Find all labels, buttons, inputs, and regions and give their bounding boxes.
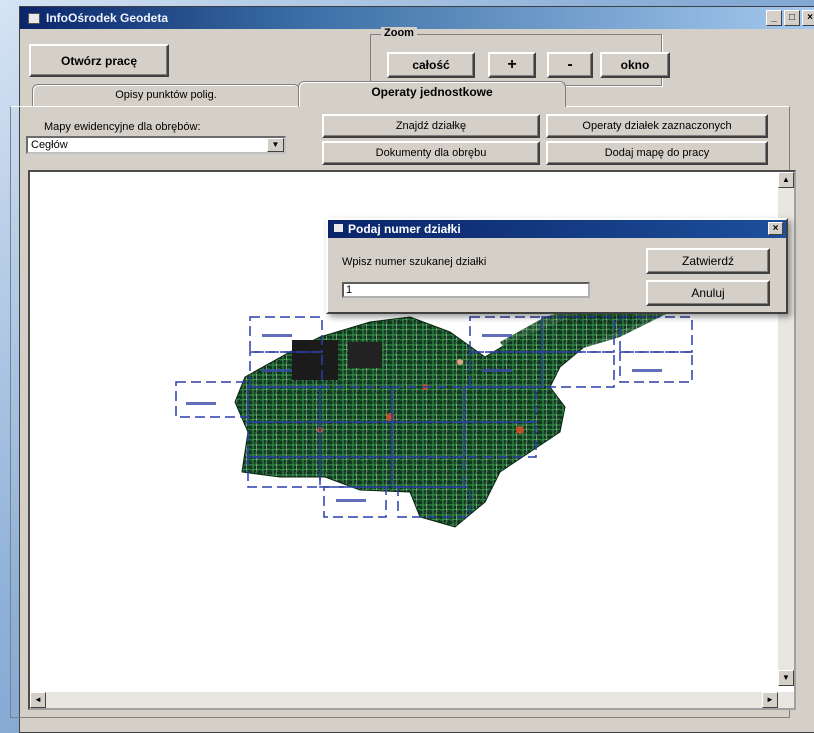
zoom-legend: Zoom bbox=[381, 27, 417, 39]
map-parcels-shape bbox=[234, 300, 670, 528]
marked-parcels-button[interactable]: Operaty działek zaznaczonych bbox=[546, 114, 768, 138]
horizontal-scrollbar[interactable]: ◄ ► bbox=[30, 692, 794, 708]
dialog-titlebar[interactable]: Podaj numer działki × bbox=[328, 220, 786, 238]
dialog-close-icon[interactable]: × bbox=[768, 222, 783, 235]
dialog-title: Podaj numer działki bbox=[348, 222, 461, 236]
open-work-button[interactable]: Otwórz pracę bbox=[29, 44, 169, 77]
precinct-select[interactable]: Cegłów ▼ bbox=[26, 136, 286, 154]
dialog-prompt: Wpisz numer szukanej działki bbox=[342, 256, 487, 268]
scroll-up-button[interactable]: ▲ bbox=[778, 172, 794, 188]
cancel-button[interactable]: Anuluj bbox=[646, 280, 770, 306]
close-button[interactable]: × bbox=[802, 10, 814, 26]
zoom-out-button[interactable]: - bbox=[547, 52, 593, 78]
zoom-in-button[interactable]: + bbox=[488, 52, 536, 78]
scroll-right-button[interactable]: ► bbox=[762, 692, 778, 708]
maps-label: Mapy ewidencyjne dla obrębów: bbox=[44, 121, 201, 133]
confirm-button[interactable]: Zatwierdź bbox=[646, 248, 770, 274]
zoom-all-button[interactable]: całość bbox=[387, 52, 475, 78]
precinct-select-value: Cegłów bbox=[31, 139, 68, 151]
zoom-window-button[interactable]: okno bbox=[600, 52, 670, 78]
dialog-icon bbox=[334, 224, 343, 232]
parcel-number-dialog: Podaj numer działki × Wpisz numer szukan… bbox=[326, 218, 788, 314]
chevron-down-icon[interactable]: ▼ bbox=[267, 138, 284, 152]
parcel-number-input[interactable]: 1 bbox=[342, 282, 590, 298]
window-title: InfoOśrodek Geodeta bbox=[46, 11, 169, 25]
tab-unit-operations[interactable]: Operaty jednostkowe bbox=[298, 81, 566, 107]
find-parcel-button[interactable]: Znajdź działkę bbox=[322, 114, 540, 138]
precinct-documents-button[interactable]: Dokumenty dla obrębu bbox=[322, 141, 540, 165]
add-map-button[interactable]: Dodaj mapę do pracy bbox=[546, 141, 768, 165]
tab-point-descriptions[interactable]: Opisy punktów polig. bbox=[32, 84, 300, 106]
window-titlebar[interactable]: InfoOśrodek Geodeta _ □ × bbox=[20, 7, 814, 29]
scroll-down-button[interactable]: ▼ bbox=[778, 670, 794, 686]
maximize-button[interactable]: □ bbox=[784, 10, 800, 26]
minimize-button[interactable]: _ bbox=[766, 10, 782, 26]
app-icon bbox=[28, 13, 40, 24]
tab-strip: Opisy punktów polig. Operaty jednostkowe bbox=[12, 81, 792, 108]
scroll-left-button[interactable]: ◄ bbox=[30, 692, 46, 708]
